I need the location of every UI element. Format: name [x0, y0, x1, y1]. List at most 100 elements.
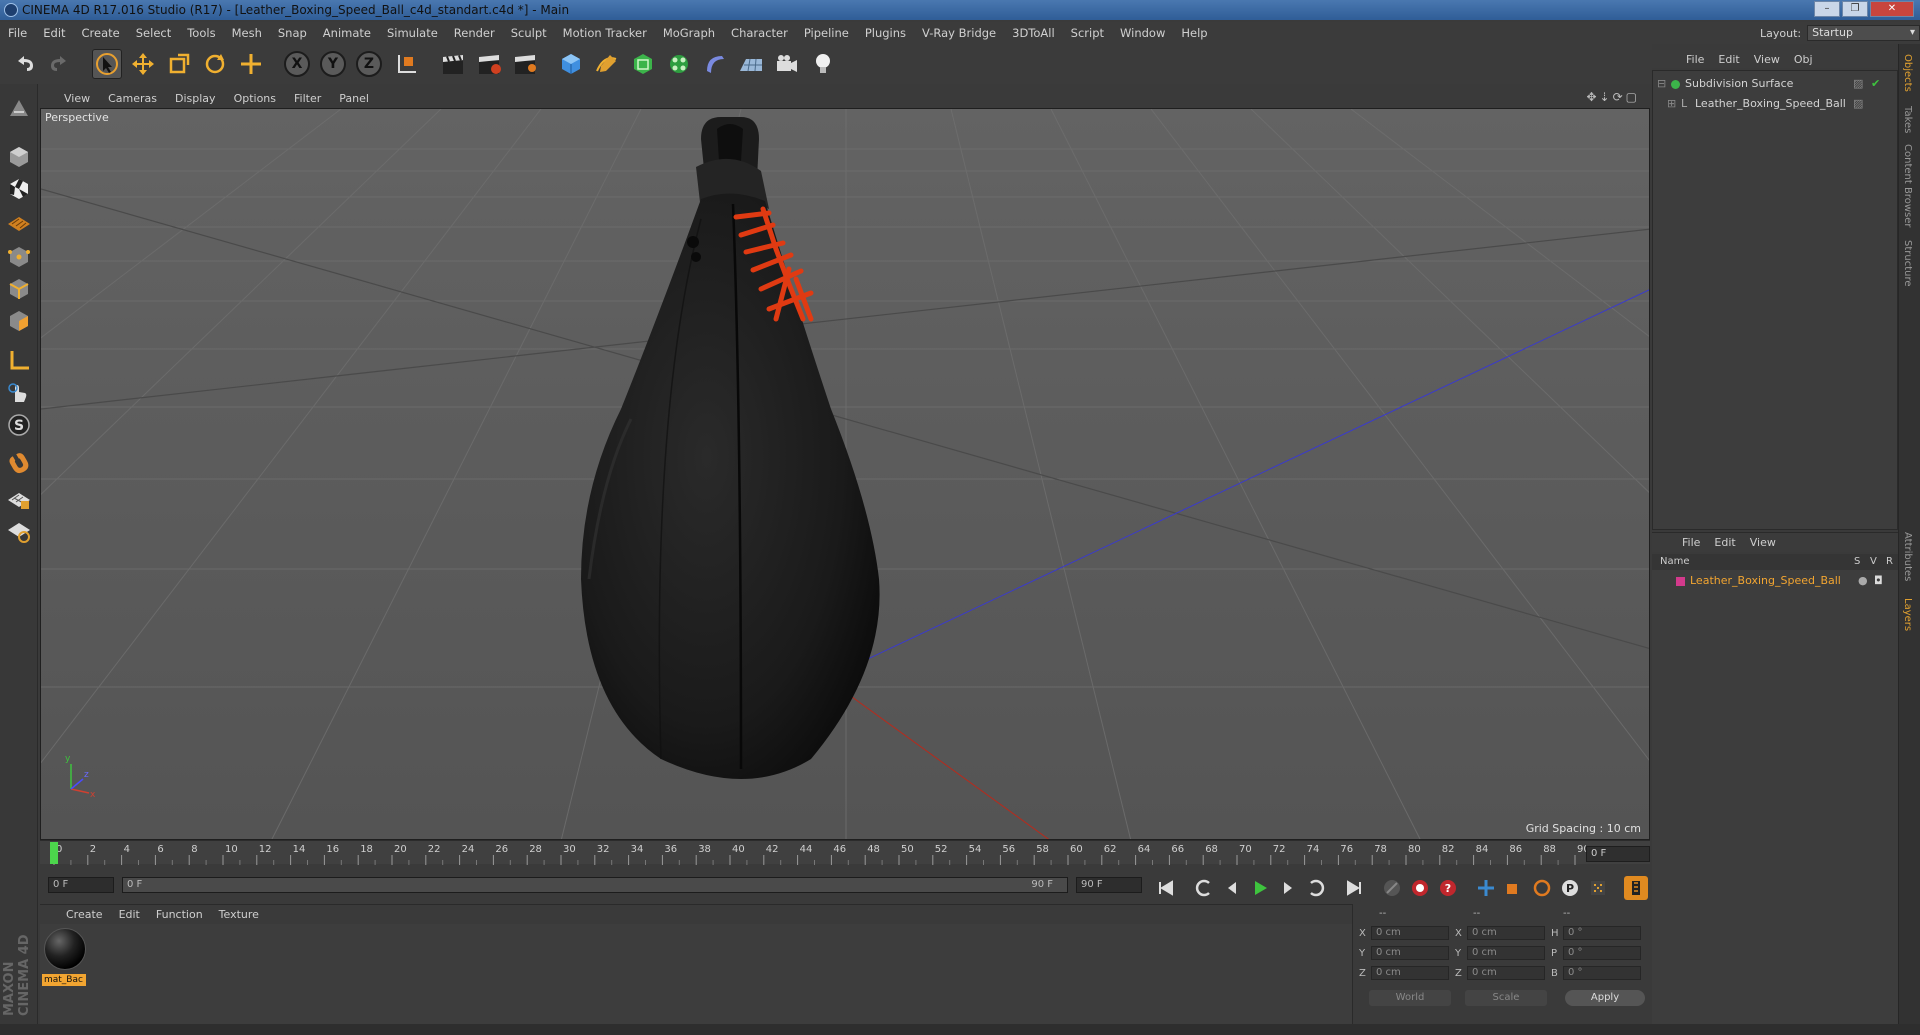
tab-content-browser[interactable]: Content Browser — [1902, 144, 1913, 227]
tab-structure[interactable]: Structure — [1902, 240, 1913, 287]
viewport-menu-options[interactable]: Options — [234, 92, 276, 105]
edit-render-settings-button[interactable] — [510, 49, 540, 79]
workplane-lock-button[interactable] — [4, 484, 34, 514]
size-x-field[interactable]: 0 cm — [1467, 926, 1545, 940]
menu-select[interactable]: Select — [136, 26, 171, 40]
autokeying-button[interactable]: ? — [1436, 876, 1460, 900]
snap-button[interactable]: S — [4, 410, 34, 440]
key-pla-button[interactable] — [1586, 876, 1610, 900]
redo-button[interactable] — [44, 49, 74, 79]
material-menu-edit[interactable]: Edit — [119, 908, 140, 921]
tab-layers[interactable]: Layers — [1902, 598, 1913, 631]
rot-b-field[interactable]: 0 ° — [1563, 966, 1641, 980]
record-active-objects-button[interactable] — [1408, 876, 1432, 900]
menu-3dtoall[interactable]: 3DToAll — [1012, 26, 1055, 40]
move-tool[interactable] — [128, 49, 158, 79]
add-cube-button[interactable] — [556, 49, 586, 79]
add-camera-button[interactable] — [772, 49, 802, 79]
add-cloner-button[interactable] — [664, 49, 694, 79]
end-frame-field[interactable]: 90 F — [1076, 877, 1142, 893]
play-button[interactable] — [1248, 876, 1272, 900]
texture-mode-button[interactable] — [4, 174, 34, 204]
render-view-button[interactable] — [438, 49, 468, 79]
go-to-end-button[interactable] — [1342, 876, 1366, 900]
menu-mograph[interactable]: MoGraph — [663, 26, 715, 40]
scale-mode-select[interactable]: Scale — [1465, 990, 1547, 1006]
menu-animate[interactable]: Animate — [323, 26, 371, 40]
transform-tool[interactable] — [236, 49, 266, 79]
viewport-menu-filter[interactable]: Filter — [294, 92, 321, 105]
add-spline-button[interactable] — [592, 49, 622, 79]
object-menu-view[interactable]: View — [1754, 53, 1780, 66]
menu-pipeline[interactable]: Pipeline — [804, 26, 849, 40]
polygons-mode-button[interactable] — [4, 306, 34, 336]
live-selection-tool[interactable] — [92, 49, 122, 79]
object-row-subdivision-surface[interactable]: ⊟ Subdivision Surface ▨ ✔ — [1653, 75, 1897, 93]
key-position-button[interactable] — [1474, 876, 1498, 900]
viewport-menu-cameras[interactable]: Cameras — [108, 92, 157, 105]
close-button[interactable]: ✕ — [1870, 1, 1914, 17]
lock-x-axis-button[interactable]: X — [282, 49, 312, 79]
next-frame-button[interactable] — [1276, 876, 1300, 900]
enabled-check-icon[interactable]: ✔ — [1871, 75, 1880, 93]
menu-vray-bridge[interactable]: V-Ray Bridge — [922, 26, 996, 40]
motion-record-button[interactable] — [1380, 876, 1404, 900]
edges-mode-button[interactable] — [4, 274, 34, 304]
menu-mesh[interactable]: Mesh — [232, 26, 262, 40]
timeline-playhead[interactable] — [50, 842, 58, 864]
timeline-ruler[interactable]: 0 2 4 6 8 10 12 14 16 18 20 22 24 26 28 30 32 34 36 38 40 42 4… — [40, 840, 1650, 865]
viewport-navigation-controls[interactable]: ✥⇣⟳▢ — [1586, 90, 1640, 104]
rot-h-field[interactable]: 0 ° — [1563, 926, 1641, 940]
scale-tool[interactable] — [164, 49, 194, 79]
menu-plugins[interactable]: Plugins — [865, 26, 906, 40]
object-menu-objects[interactable]: Obj — [1794, 53, 1813, 66]
make-editable-button[interactable] — [4, 94, 34, 124]
coordinate-system-button[interactable] — [392, 49, 422, 79]
tweak-mode-button[interactable] — [4, 378, 34, 408]
current-frame-display[interactable]: 0 F — [1586, 846, 1650, 862]
viewport-menu-display[interactable]: Display — [175, 92, 216, 105]
menu-character[interactable]: Character — [731, 26, 788, 40]
layer-row[interactable]: Leather_Boxing_Speed_Ball ● ◘ — [1652, 572, 1896, 590]
start-frame-field[interactable]: 0 F — [48, 877, 114, 893]
render-picture-viewer-button[interactable] — [474, 49, 504, 79]
previous-frame-button[interactable] — [1220, 876, 1244, 900]
maximize-button[interactable]: ❐ — [1842, 1, 1868, 17]
menu-render[interactable]: Render — [454, 26, 495, 40]
layer-menu-view[interactable]: View — [1750, 536, 1776, 549]
edit-visibility-icon[interactable]: ▨ — [1853, 75, 1863, 93]
rotate-tool[interactable] — [200, 49, 230, 79]
menu-create[interactable]: Create — [82, 26, 120, 40]
minimize-button[interactable]: – — [1814, 1, 1840, 17]
pos-x-field[interactable]: 0 cm — [1371, 926, 1449, 940]
tab-attributes[interactable]: Attributes — [1902, 532, 1913, 581]
material-menu-texture[interactable]: Texture — [219, 908, 259, 921]
key-parameter-button[interactable]: P — [1558, 876, 1582, 900]
menu-edit[interactable]: Edit — [43, 26, 65, 40]
object-menu-edit[interactable]: Edit — [1718, 53, 1739, 66]
menu-simulate[interactable]: Simulate — [387, 26, 438, 40]
workplane-rotate-button[interactable] — [4, 516, 34, 546]
layer-solo-toggle[interactable]: ● — [1858, 572, 1868, 590]
object-row-speed-ball[interactable]: ⊞ L Leather_Boxing_Speed_Ball ▨ — [1653, 95, 1897, 113]
layer-menu-file[interactable]: File — [1682, 536, 1700, 549]
edit-visibility-icon[interactable]: ▨ — [1853, 95, 1863, 113]
lock-y-axis-button[interactable]: Y — [318, 49, 348, 79]
add-subdivision-button[interactable] — [628, 49, 658, 79]
menu-script[interactable]: Script — [1071, 26, 1104, 40]
size-z-field[interactable]: 0 cm — [1467, 966, 1545, 980]
world-mode-select[interactable]: World — [1369, 990, 1451, 1006]
timeline-layout-button[interactable] — [1624, 876, 1648, 900]
layer-menu-edit[interactable]: Edit — [1714, 536, 1735, 549]
tab-objects[interactable]: Objects — [1902, 54, 1913, 92]
key-scale-button[interactable] — [1502, 876, 1526, 900]
viewport-menu-panel[interactable]: Panel — [339, 92, 369, 105]
axis-mode-button[interactable] — [4, 346, 34, 376]
add-deformer-button[interactable] — [700, 49, 730, 79]
apply-button[interactable]: Apply — [1565, 990, 1645, 1006]
go-to-start-button[interactable] — [1154, 876, 1178, 900]
enable-snapping-button[interactable] — [4, 448, 34, 478]
points-mode-button[interactable] — [4, 242, 34, 272]
next-key-button[interactable] — [1304, 876, 1328, 900]
material-menu-function[interactable]: Function — [156, 908, 203, 921]
